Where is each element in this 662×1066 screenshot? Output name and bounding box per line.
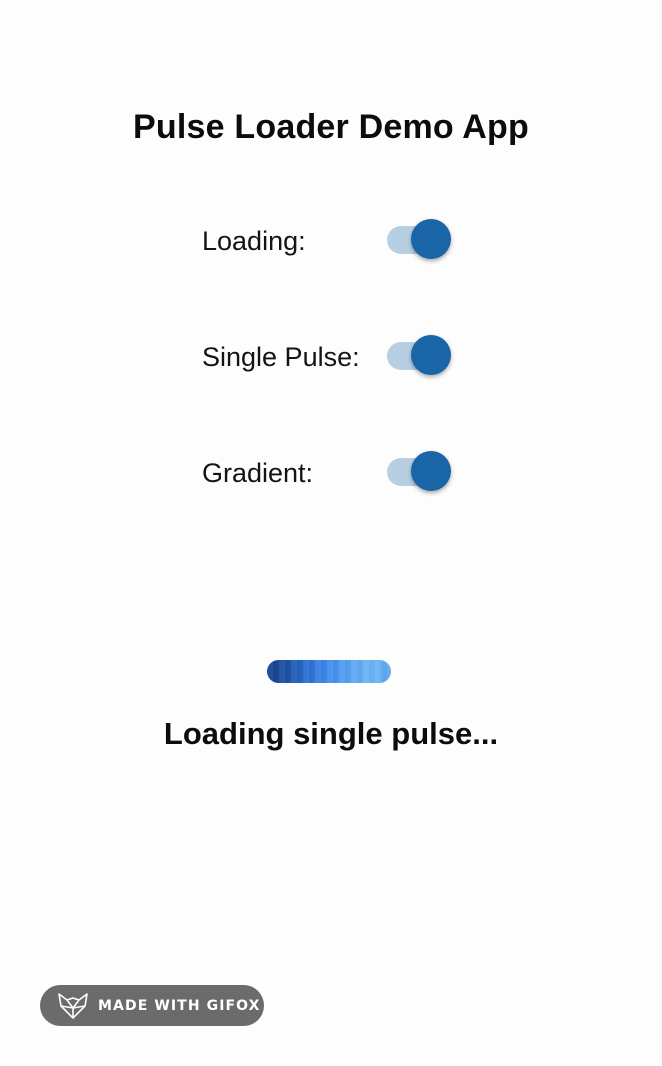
watermark-text: MADE WITH GIFOX: [98, 997, 261, 1014]
loading-toggle-thumb: [411, 219, 451, 259]
pulse-loader-bar: [267, 660, 391, 683]
single-pulse-toggle-thumb: [411, 335, 451, 375]
loading-label: Loading:: [202, 226, 306, 256]
loading-status-text: Loading single pulse...: [163, 716, 499, 751]
gradient-toggle[interactable]: [385, 450, 451, 494]
gradient-toggle-thumb: [411, 451, 451, 491]
setting-row-loading: Loading:: [202, 218, 462, 262]
single-pulse-toggle[interactable]: [385, 334, 451, 378]
gradient-label: Gradient:: [202, 458, 314, 488]
loading-toggle[interactable]: [385, 218, 451, 262]
fox-icon: [58, 992, 88, 1019]
gifox-watermark: MADE WITH GIFOX: [40, 985, 264, 1026]
page-title: Pulse Loader Demo App: [133, 108, 529, 146]
single-pulse-label: Single Pulse:: [202, 342, 360, 372]
setting-row-gradient: Gradient:: [202, 450, 462, 494]
setting-row-single-pulse: Single Pulse:: [202, 334, 462, 378]
